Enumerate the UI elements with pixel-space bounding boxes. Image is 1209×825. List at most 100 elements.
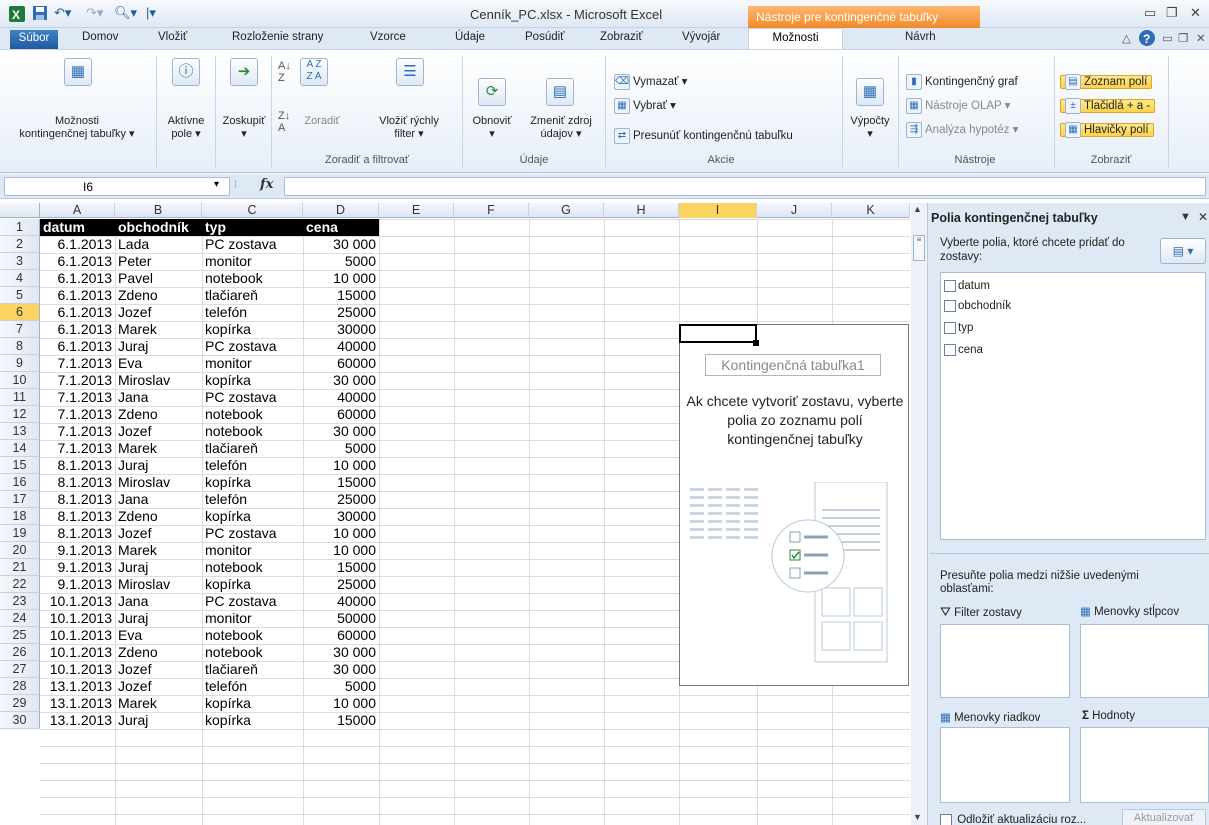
table-cell[interactable]: 5000 <box>303 253 379 270</box>
table-cell[interactable]: telefón <box>202 678 303 695</box>
row-header[interactable]: 29 <box>0 695 40 712</box>
table-cell[interactable]: kopírka <box>202 474 303 491</box>
column-header-c[interactable]: C <box>202 203 303 218</box>
group-arrow-icon[interactable]: ➔ <box>230 58 258 86</box>
customize-qat-icon[interactable]: |▾ <box>146 5 156 23</box>
sheet-vertical-scrollbar[interactable] <box>911 203 928 825</box>
table-cell[interactable]: notebook <box>202 627 303 644</box>
table-cell[interactable]: 8.1.2013 <box>40 491 115 508</box>
column-header-g[interactable]: G <box>529 203 604 218</box>
tab-home[interactable]: Domov <box>82 31 118 43</box>
table-cell[interactable]: 7.1.2013 <box>40 389 115 406</box>
table-cell[interactable]: 30 000 <box>303 372 379 389</box>
restore-icon[interactable]: ❐ <box>1166 5 1178 21</box>
row-header[interactable]: 19 <box>0 525 40 542</box>
tab-design[interactable]: Návrh <box>905 31 936 43</box>
table-cell[interactable]: 9.1.2013 <box>40 559 115 576</box>
table-cell[interactable]: Zdeno <box>115 406 202 423</box>
columns-drop-area[interactable] <box>1080 624 1209 698</box>
table-cell[interactable]: 40000 <box>303 593 379 610</box>
row-header[interactable]: 21 <box>0 559 40 576</box>
row-header[interactable]: 27 <box>0 661 40 678</box>
refresh-button[interactable]: Obnoviť ▾ <box>464 115 520 141</box>
table-cell[interactable]: 6.1.2013 <box>40 304 115 321</box>
save-icon[interactable] <box>32 5 48 23</box>
table-cell[interactable]: 13.1.2013 <box>40 695 115 712</box>
select-button[interactable]: ▦ Vybrať ▾ <box>614 97 676 117</box>
sort-za-icon[interactable]: Z↓ A <box>278 110 290 134</box>
scroll-down-icon[interactable]: ▼ <box>913 812 922 822</box>
formula-input[interactable] <box>284 177 1206 196</box>
table-cell[interactable]: Miroslav <box>115 576 202 593</box>
field-checkbox-obchodnik[interactable]: obchodník <box>944 297 1011 317</box>
tab-page-layout[interactable]: Rozloženie strany <box>232 31 323 43</box>
table-cell[interactable]: Eva <box>115 355 202 372</box>
row-header[interactable]: 28 <box>0 678 40 695</box>
header-cell[interactable]: typ <box>202 219 303 236</box>
table-cell[interactable]: Jozef <box>115 304 202 321</box>
tab-developer[interactable]: Vývojár <box>682 31 720 43</box>
table-cell[interactable]: kopírka <box>202 372 303 389</box>
table-cell[interactable]: 60000 <box>303 406 379 423</box>
table-cell[interactable]: 7.1.2013 <box>40 423 115 440</box>
row-header[interactable]: 14 <box>0 440 40 457</box>
column-header-h[interactable]: H <box>604 203 679 218</box>
table-cell[interactable]: 6.1.2013 <box>40 321 115 338</box>
row-header[interactable]: 5 <box>0 287 40 304</box>
table-cell[interactable]: 10.1.2013 <box>40 661 115 678</box>
change-source-button[interactable]: Zmeniť zdroj údajov ▾ <box>520 115 602 141</box>
row-header[interactable]: 6 <box>0 304 40 321</box>
table-cell[interactable]: PC zostava <box>202 593 303 610</box>
row-header[interactable]: 3 <box>0 253 40 270</box>
undo-icon[interactable]: ↶▾ <box>54 5 71 23</box>
name-box-dropdown-icon[interactable]: ▾ <box>214 179 219 190</box>
insert-slicer-button[interactable]: Vložiť rýchly filter ▾ <box>362 115 456 141</box>
row-header[interactable]: 15 <box>0 457 40 474</box>
table-cell[interactable]: 7.1.2013 <box>40 406 115 423</box>
tab-data[interactable]: Údaje <box>455 31 485 43</box>
active-cell-i6[interactable] <box>679 324 757 343</box>
help-icon[interactable]: ? <box>1138 29 1156 50</box>
table-cell[interactable]: 6.1.2013 <box>40 338 115 355</box>
column-header-b[interactable]: B <box>115 203 202 218</box>
table-cell[interactable]: Juraj <box>115 559 202 576</box>
table-cell[interactable]: 6.1.2013 <box>40 236 115 253</box>
table-cell[interactable]: 8.1.2013 <box>40 525 115 542</box>
column-header-k[interactable]: K <box>832 203 910 218</box>
table-cell[interactable]: notebook <box>202 559 303 576</box>
table-cell[interactable]: notebook <box>202 406 303 423</box>
table-cell[interactable]: tlačiareň <box>202 440 303 457</box>
select-all-corner[interactable] <box>0 203 40 218</box>
table-cell[interactable]: 30 000 <box>303 423 379 440</box>
header-cell[interactable]: cena <box>303 219 379 236</box>
what-if-button[interactable]: ⇶ Analýza hypotéz ▾ <box>906 121 1018 141</box>
pane-menu-icon[interactable]: ▼ <box>1180 211 1191 223</box>
table-cell[interactable]: monitor <box>202 542 303 559</box>
sort-button[interactable]: Zoradiť <box>296 115 348 128</box>
header-cell[interactable]: obchodník <box>115 219 202 236</box>
table-cell[interactable]: Jana <box>115 491 202 508</box>
row-header[interactable]: 24 <box>0 610 40 627</box>
close-icon[interactable]: ✕ <box>1190 5 1201 21</box>
column-header-d[interactable]: D <box>303 203 379 218</box>
table-cell[interactable]: PC zostava <box>202 236 303 253</box>
column-header-j[interactable]: J <box>757 203 832 218</box>
table-cell[interactable]: 7.1.2013 <box>40 355 115 372</box>
table-cell[interactable]: tlačiareň <box>202 287 303 304</box>
sort-az-icon[interactable]: A↓ Z <box>278 60 291 84</box>
pivot-options-button[interactable]: Možnosti kontingenčnej tabuľky ▾ <box>2 115 152 141</box>
zoom-icon[interactable]: 🔍︎▾ <box>114 5 137 23</box>
table-cell[interactable]: 9.1.2013 <box>40 576 115 593</box>
refresh-icon[interactable]: ⟳ <box>478 78 506 106</box>
table-cell[interactable]: Eva <box>115 627 202 644</box>
table-cell[interactable]: Peter <box>115 253 202 270</box>
tab-file[interactable]: Súbor <box>10 30 58 49</box>
field-headers-toggle[interactable]: ▦ Hlavičky polí <box>1060 121 1154 141</box>
row-header[interactable]: 11 <box>0 389 40 406</box>
tab-insert[interactable]: Vložiť <box>158 31 187 43</box>
table-cell[interactable]: Zdeno <box>115 508 202 525</box>
table-cell[interactable]: 10.1.2013 <box>40 644 115 661</box>
table-cell[interactable]: Marek <box>115 440 202 457</box>
table-cell[interactable]: Jozef <box>115 678 202 695</box>
table-cell[interactable]: 13.1.2013 <box>40 712 115 729</box>
